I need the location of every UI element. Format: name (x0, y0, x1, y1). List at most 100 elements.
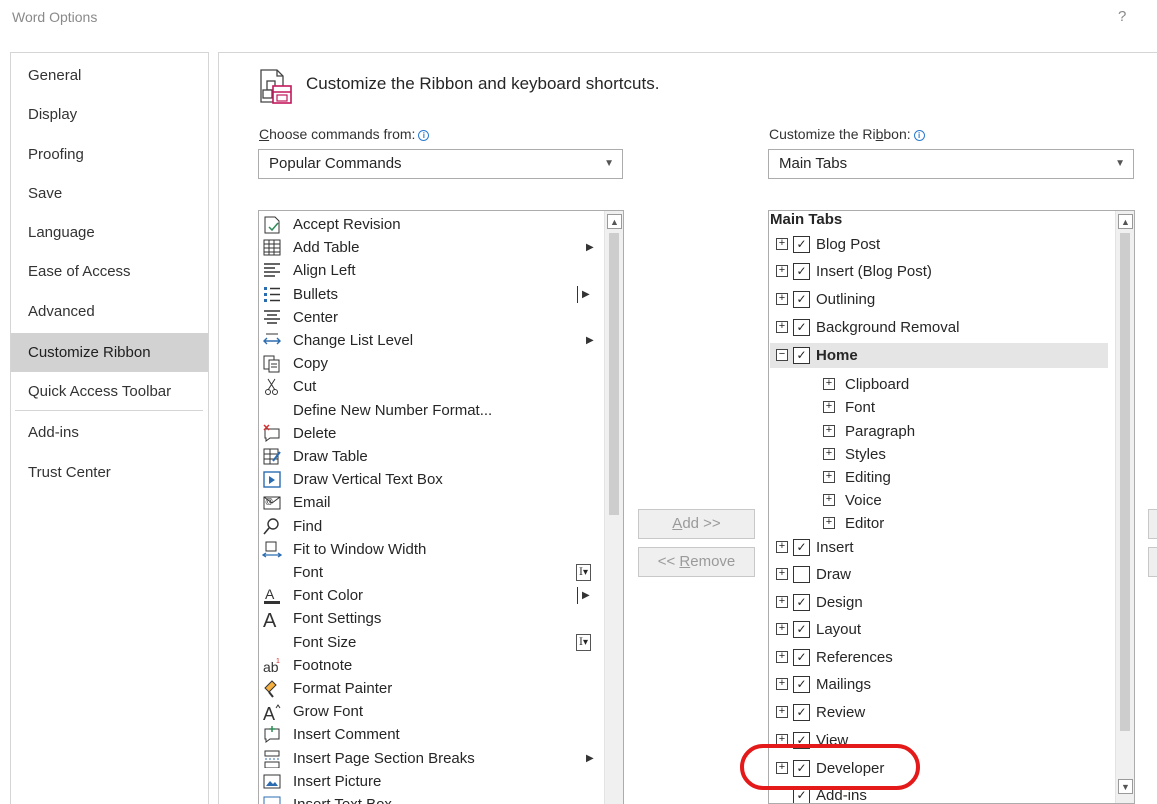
help-button[interactable]: ? (1118, 8, 1126, 25)
command-item[interactable]: A Font Color ▶ (259, 584, 619, 607)
nav-item-proofing[interactable]: Proofing (11, 135, 208, 174)
expand-icon[interactable]: + (776, 541, 788, 553)
expand-icon[interactable]: + (823, 378, 835, 390)
command-item[interactable]: @ Email (259, 491, 619, 514)
checkbox[interactable]: ✓ (793, 539, 810, 556)
ribbon-tab-background-removal[interactable]: + ✓ Background Removal (770, 315, 1108, 340)
expand-icon[interactable]: + (776, 623, 788, 635)
expand-icon[interactable]: + (776, 321, 788, 333)
remove-button[interactable]: << Remove (638, 547, 755, 577)
command-item[interactable]: Draw Vertical Text Box (259, 468, 619, 491)
expand-icon[interactable]: + (776, 678, 788, 690)
ribbon-tab-home[interactable]: − ✓ Home (770, 343, 1108, 368)
collapse-icon[interactable]: − (776, 349, 788, 361)
ribbon-tab-outlining[interactable]: + ✓ Outlining (770, 287, 1108, 312)
command-item[interactable]: A Grow Font (259, 700, 619, 723)
checkbox[interactable] (793, 566, 810, 583)
command-item[interactable]: Delete (259, 422, 619, 445)
ribbon-tab-insert[interactable]: + ✓ Insert (770, 535, 1108, 560)
nav-item-general[interactable]: General (11, 56, 208, 95)
nav-item-trust-center[interactable]: Trust Center (11, 453, 208, 492)
command-item[interactable]: Insert Picture (259, 770, 619, 793)
command-item[interactable]: Format Painter (259, 677, 619, 700)
command-item[interactable]: Define New Number Format... (259, 399, 619, 422)
nav-item-display[interactable]: Display (11, 95, 208, 134)
command-item[interactable]: A Font Settings (259, 607, 619, 630)
ribbon-tab-font[interactable]: + Font (793, 395, 1107, 420)
ribbon-tab-editor[interactable]: + Editor (793, 511, 1107, 536)
command-item[interactable]: Bullets ▶ (259, 283, 619, 306)
nav-item-advanced[interactable]: Advanced (11, 292, 208, 331)
ribbon-tabs-tree[interactable]: Main Tabs + ✓ Blog Post + ✓ Insert (Blog Post… (768, 210, 1135, 804)
command-item[interactable]: Center (259, 306, 619, 329)
checkbox[interactable]: ✓ (793, 347, 810, 364)
command-item[interactable]: Insert Comment (259, 723, 619, 746)
command-item[interactable]: Accept Revision (259, 213, 619, 236)
expand-icon[interactable]: + (776, 293, 788, 305)
expand-icon[interactable]: + (776, 651, 788, 663)
ribbon-tab-design[interactable]: + ✓ Design (770, 590, 1108, 615)
ribbon-tab-editing[interactable]: + Editing (793, 465, 1107, 490)
command-item[interactable]: Font Size I▾ (259, 631, 619, 654)
expand-icon[interactable]: + (823, 494, 835, 506)
ribbon-tab-clipboard[interactable]: + Clipboard (793, 372, 1107, 397)
ribbon-tab-styles[interactable]: + Styles (793, 442, 1107, 467)
nav-item-language[interactable]: Language (11, 213, 208, 252)
expand-icon[interactable]: + (776, 706, 788, 718)
checkbox[interactable]: ✓ (793, 263, 810, 280)
nav-item-save[interactable]: Save (11, 174, 208, 213)
checkbox[interactable]: ✓ (793, 649, 810, 666)
command-item[interactable]: Font I▾ (259, 561, 619, 584)
add-button[interactable]: Add >> (638, 509, 755, 539)
customize-ribbon-dropdown[interactable]: Main Tabs ▼ (768, 149, 1134, 179)
expand-icon[interactable]: + (823, 471, 835, 483)
nav-item-quick-access-toolbar[interactable]: Quick Access Toolbar (11, 372, 208, 411)
ribbon-tab-insert-blog-post[interactable]: + ✓ Insert (Blog Post) (770, 259, 1108, 284)
commands-list[interactable]: ▲ Accept Revision Add Table ▶ Align Left Bul… (258, 210, 624, 804)
command-item[interactable]: Align Left (259, 259, 619, 282)
ribbon-tab-mailings[interactable]: + ✓ Mailings (770, 672, 1108, 697)
scroll-thumb[interactable] (1120, 233, 1130, 731)
tree-scrollbar[interactable]: ▲ ▼ (1115, 211, 1134, 803)
nav-item-customize-ribbon[interactable]: Customize Ribbon (11, 333, 208, 372)
command-item[interactable]: Cut (259, 375, 619, 398)
command-item[interactable]: Fit to Window Width (259, 538, 619, 561)
command-item[interactable]: Insert Page Section Breaks ▶ (259, 747, 619, 770)
choose-commands-dropdown[interactable]: Popular Commands ▼ (258, 149, 623, 179)
ribbon-tab-references[interactable]: + ✓ References (770, 645, 1108, 670)
command-item[interactable]: Copy (259, 352, 619, 375)
ribbon-tab-blog-post[interactable]: + ✓ Blog Post (770, 232, 1108, 257)
scroll-down-button[interactable]: ▼ (1118, 779, 1133, 794)
ribbon-tab-layout[interactable]: + ✓ Layout (770, 617, 1108, 642)
expand-icon[interactable]: + (776, 238, 788, 250)
ribbon-tab-draw[interactable]: + Draw (770, 562, 1108, 587)
expand-icon[interactable]: + (776, 596, 788, 608)
ribbon-tab-voice[interactable]: + Voice (793, 488, 1107, 513)
expand-icon[interactable]: + (776, 265, 788, 277)
ribbon-tab-review[interactable]: + ✓ Review (770, 700, 1108, 725)
move-up-button[interactable] (1148, 509, 1157, 539)
expand-icon[interactable]: + (823, 401, 835, 413)
scroll-up-button[interactable]: ▲ (1118, 214, 1133, 229)
expand-icon[interactable]: + (823, 448, 835, 460)
command-item[interactable]: ab 1 Footnote (259, 654, 619, 677)
nav-item-ease-of-access[interactable]: Ease of Access (11, 252, 208, 291)
move-down-button[interactable] (1148, 547, 1157, 577)
nav-item-add-ins[interactable]: Add-ins (11, 413, 208, 452)
checkbox[interactable]: ✓ (793, 594, 810, 611)
checkbox[interactable]: ✓ (793, 621, 810, 638)
command-item[interactable]: Change List Level ▶ (259, 329, 619, 352)
ribbon-tab-paragraph[interactable]: + Paragraph (793, 419, 1107, 444)
command-item[interactable]: Draw Table (259, 445, 619, 468)
expand-icon[interactable]: + (823, 425, 835, 437)
checkbox[interactable]: ✓ (793, 704, 810, 721)
checkbox[interactable]: ✓ (793, 676, 810, 693)
checkbox[interactable]: ✓ (793, 319, 810, 336)
command-item[interactable]: Find (259, 515, 619, 538)
command-item[interactable]: Add Table ▶ (259, 236, 619, 259)
checkbox[interactable]: ✓ (793, 291, 810, 308)
command-item[interactable]: Insert Text Box (259, 793, 619, 804)
expand-icon[interactable]: + (823, 517, 835, 529)
checkbox[interactable]: ✓ (793, 236, 810, 253)
expand-icon[interactable]: + (776, 568, 788, 580)
